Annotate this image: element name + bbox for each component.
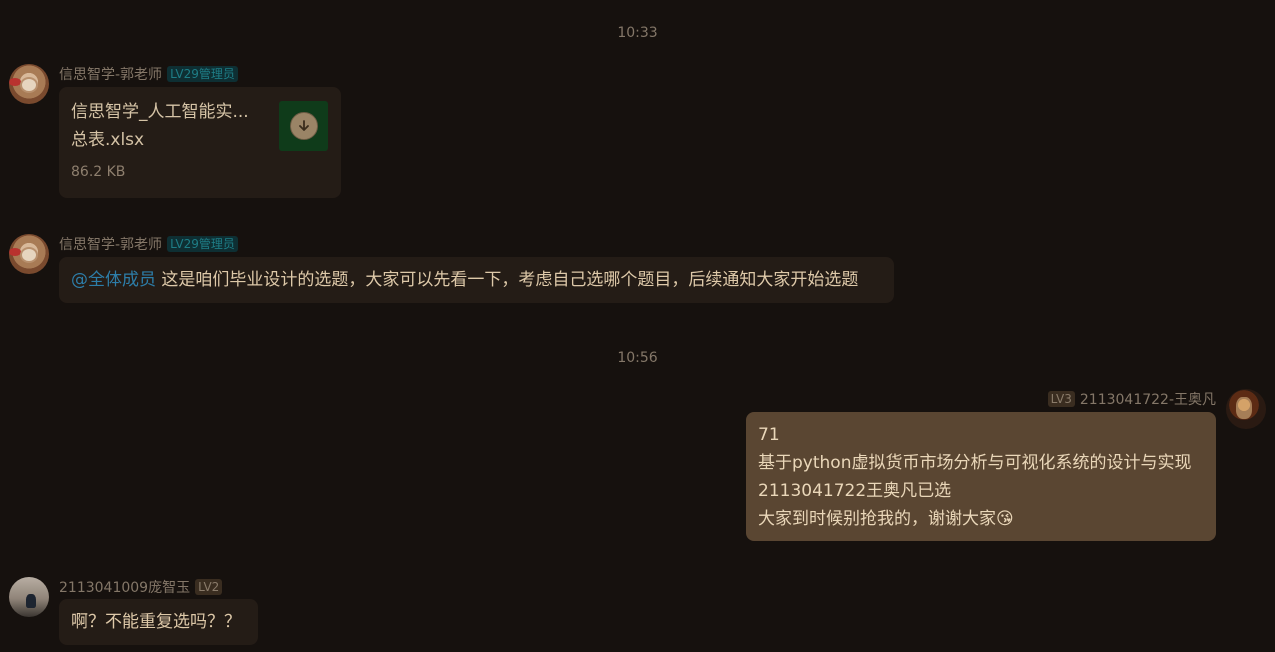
- message-text: 啊？不能重复选吗？？: [71, 612, 241, 632]
- sender-name[interactable]: 2113041009庞智玉: [59, 577, 190, 597]
- file-name: 信思智学_人工智能实... 总表.xlsx: [71, 98, 271, 154]
- message-line: 71: [758, 425, 780, 445]
- sender-header: 信思智学-郭老师 LV29管理员: [59, 64, 238, 84]
- text-message[interactable]: 啊？不能重复选吗？？: [59, 599, 258, 645]
- sender-name[interactable]: 信思智学-郭老师: [59, 64, 162, 84]
- file-message[interactable]: 信思智学_人工智能实... 总表.xlsx 86.2 KB: [59, 87, 341, 198]
- level-badge: LV29管理员: [167, 236, 238, 252]
- avatar[interactable]: [1226, 389, 1266, 429]
- sender-header: 信思智学-郭老师 LV29管理员: [59, 234, 238, 254]
- file-download-button[interactable]: [279, 101, 328, 151]
- sender-header: LV3 2113041722-王奥凡: [1047, 389, 1216, 409]
- avatar[interactable]: [9, 64, 49, 104]
- mention-all[interactable]: @全体成员: [71, 270, 156, 290]
- text-message[interactable]: @全体成员 这是咱们毕业设计的选题，大家可以先看一下，考虑自己选哪个题目，后续通…: [59, 257, 894, 303]
- kiss-emoji-icon: 😘: [996, 509, 1014, 529]
- timestamp: 10:33: [617, 25, 658, 41]
- file-name-line: 总表.xlsx: [71, 130, 145, 150]
- timestamp: 10:56: [617, 350, 658, 366]
- message-text: 这是咱们毕业设计的选题，大家可以先看一下，考虑自己选哪个题目，后续通知大家开始选…: [156, 270, 859, 290]
- sender-header: 2113041009庞智玉 LV2: [59, 577, 223, 597]
- file-size: 86.2 KB: [71, 164, 126, 180]
- message-line-with-emoji: 大家到时候别抢我的，谢谢大家😘: [758, 505, 1204, 533]
- avatar[interactable]: [9, 234, 49, 274]
- message-line: 2113041722王奥凡已选: [758, 481, 952, 501]
- avatar[interactable]: [9, 577, 49, 617]
- level-badge: LV2: [195, 579, 223, 595]
- text-message[interactable]: 71 基于python虚拟货币市场分析与可视化系统的设计与实现 21130417…: [746, 412, 1216, 541]
- message-line: 大家到时候别抢我的，谢谢大家: [758, 509, 996, 529]
- chat-window[interactable]: 10:33 信思智学-郭老师 LV29管理员 信思智学_人工智能实... 总表.…: [0, 0, 1275, 652]
- download-icon: [289, 112, 318, 140]
- level-badge: LV29管理员: [167, 66, 238, 82]
- file-name-line: 信思智学_人工智能实...: [71, 102, 249, 122]
- message-line: 基于python虚拟货币市场分析与可视化系统的设计与实现: [758, 453, 1192, 473]
- sender-name[interactable]: 2113041722-王奥凡: [1080, 389, 1216, 409]
- sender-name[interactable]: 信思智学-郭老师: [59, 234, 162, 254]
- level-badge: LV3: [1047, 391, 1075, 407]
